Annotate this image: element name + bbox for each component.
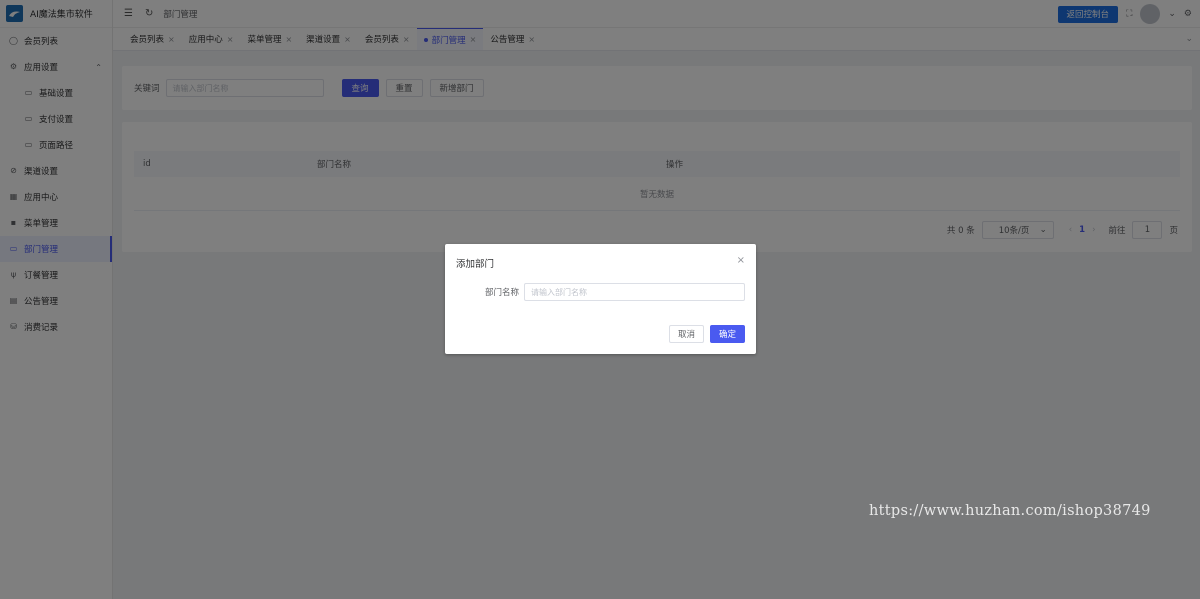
confirm-button[interactable]: 确定 xyxy=(710,325,745,343)
watermark: https://www.huzhan.com/ishop38749 xyxy=(869,503,1151,519)
department-name-input[interactable]: 请输入部门名称 xyxy=(524,283,745,301)
department-name-label: 部门名称 xyxy=(485,288,520,298)
dialog-title: 添加部门 xyxy=(456,259,495,270)
cancel-button[interactable]: 取消 xyxy=(669,325,704,343)
add-department-dialog: 添加部门 × 部门名称 请输入部门名称 取消 确定 xyxy=(445,244,756,354)
close-icon[interactable]: × xyxy=(737,255,745,266)
